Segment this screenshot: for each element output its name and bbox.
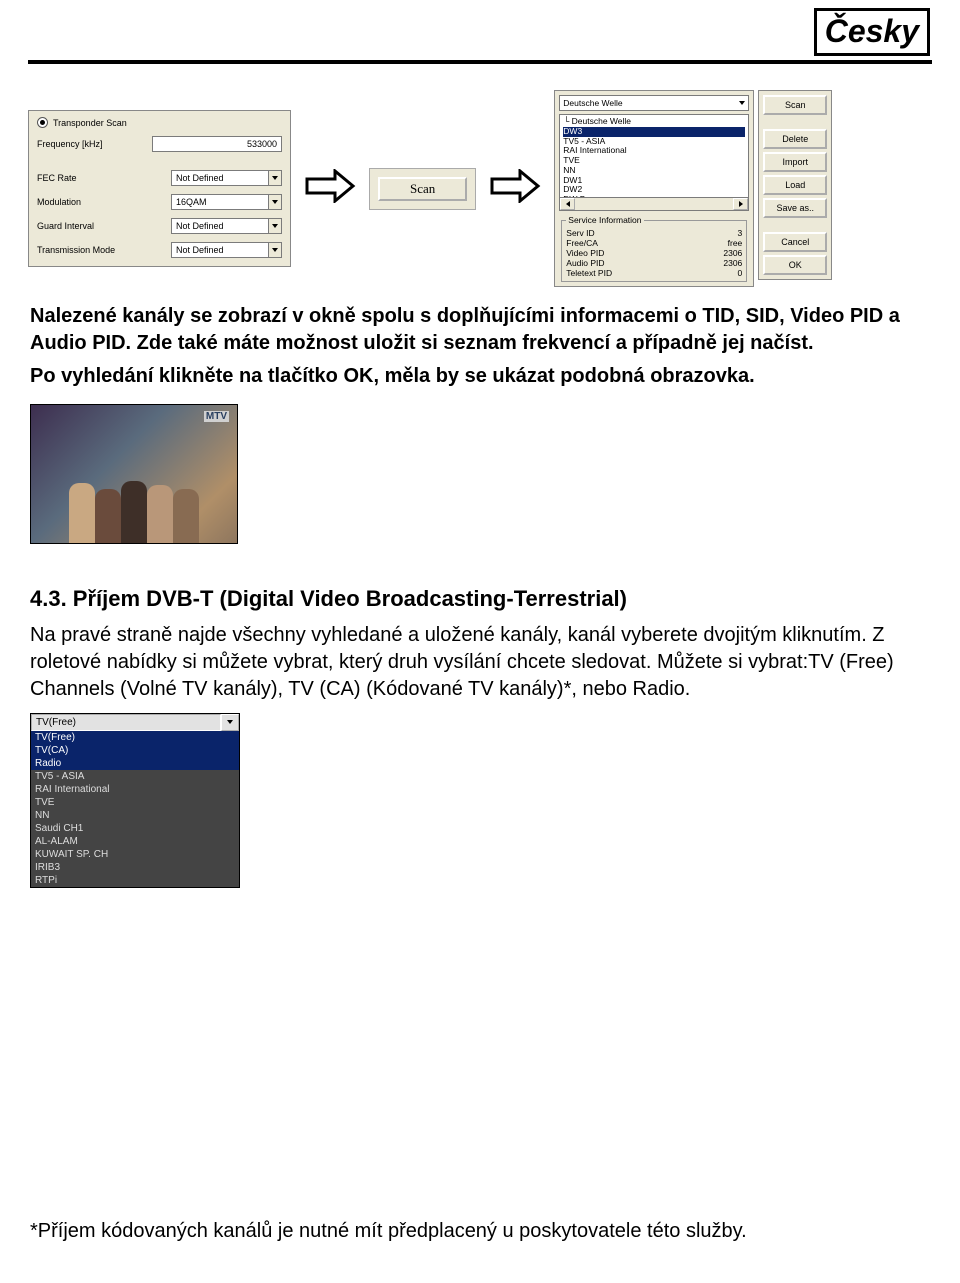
mod-value: 16QAM [171,194,269,210]
service-info-box: Service Information Serv ID 3 Free/CA free… [561,215,747,282]
chevron-down-icon [269,170,282,186]
scan-button-wrap: Scan [369,168,476,210]
tree-item[interactable]: RAI International [563,146,745,156]
saveas-button[interactable]: Save as.. [763,198,827,218]
channel-tree-panel: Deutsche Welle └ Deutsche Welle DW3 TV5 … [554,90,754,287]
results-group: Deutsche Welle └ Deutsche Welle DW3 TV5 … [554,90,832,287]
body-text: Nalezené kanály se zobrazí v okně spolu … [0,287,960,390]
channel-type-value: TV(Free) [31,714,221,731]
svc-label: Teletext PID [566,268,612,278]
para3: Na pravé straně najde všechny vyhledané … [30,622,930,703]
fec-value: Not Defined [171,170,269,186]
tree-item[interactable]: DW1 [563,176,745,186]
fec-label: FEC Rate [37,173,77,183]
fec-combo[interactable]: Not Defined [171,170,282,186]
scroll-left-icon[interactable] [560,198,575,210]
load-button[interactable]: Load [763,175,827,195]
list-item[interactable]: RTPi [31,874,239,887]
mtv-logo: MTV [204,411,229,422]
freq-label: Frequency [kHz] [37,139,103,149]
chevron-down-icon [269,194,282,210]
svc-value: 0 [738,268,743,278]
guard-combo[interactable]: Not Defined [171,218,282,234]
chevron-down-icon [739,101,745,105]
trans-combo[interactable]: Not Defined [171,242,282,258]
language-badge: Česky [814,8,930,56]
transponder-panel: Transponder Scan Frequency [kHz] 533000 … [28,110,291,267]
scroll-track[interactable] [575,198,733,210]
transponder-radio-label: Transponder Scan [53,118,127,128]
list-item[interactable]: Radio [31,757,239,770]
tree-item[interactable]: TVE [563,156,745,166]
ok-label: OK, [343,365,379,387]
list-item[interactable]: TV(CA) [31,744,239,757]
para2c: měla by se ukázat podobná obrazovka. [385,365,755,387]
mod-label: Modulation [37,197,81,207]
svc-label: Serv ID [566,228,594,238]
list-item[interactable]: NN [31,809,239,822]
trans-label: Transmission Mode [37,245,115,255]
trans-value: Not Defined [171,242,269,258]
guard-value: Not Defined [171,218,269,234]
channel-type-combo[interactable]: TV(Free) [31,714,239,731]
chevron-down-icon [269,242,282,258]
svc-value: 2306 [723,258,742,268]
list-item[interactable]: TV(Free) [31,731,239,744]
h-scrollbar[interactable] [559,198,749,211]
scroll-right-icon[interactable] [733,198,748,210]
svc-label: Video PID [566,248,604,258]
arrow-right-icon [488,169,542,208]
transponder-radio[interactable]: Transponder Scan [37,117,282,128]
tree-item[interactable]: DW2 [563,185,745,195]
provider-combo-value: Deutsche Welle [563,98,622,108]
guard-label: Guard Interval [37,221,94,231]
tree-item[interactable]: └ Deutsche Welle [563,117,745,127]
chevron-down-icon [221,714,239,731]
service-info-title: Service Information [566,215,643,225]
delete-button[interactable]: Delete [763,129,827,149]
svc-value: 3 [738,228,743,238]
video-thumbnail: MTV [30,404,238,544]
scan-button[interactable]: Scan [378,177,467,201]
freq-input[interactable]: 533000 [152,136,282,152]
list-item[interactable]: Saudi CH1 [31,822,239,835]
para1: Nalezené kanály se zobrazí v okně spolu … [30,305,900,354]
list-item[interactable]: IRIB3 [31,861,239,874]
divider [28,60,932,64]
tree-item[interactable]: NN [563,166,745,176]
button-column: Scan Delete Import Load Save as.. Cancel… [758,90,832,280]
channel-tree[interactable]: └ Deutsche Welle DW3 TV5 - ASIA RAI Inte… [559,114,749,198]
section-heading: 4.3. Příjem DVB-T (Digital Video Broadca… [30,584,930,614]
svc-value: 2306 [723,248,742,258]
svc-value: free [728,238,743,248]
people-silhouette [31,469,237,543]
svc-label: Free/CA [566,238,598,248]
mod-combo[interactable]: 16QAM [171,194,282,210]
footnote: *Příjem kódovaných kanálů je nutné mít p… [30,1220,930,1243]
channel-list: TV(Free) TV(Free) TV(CA) Radio TV5 - ASI… [30,713,240,888]
radio-icon [37,117,48,128]
provider-combo[interactable]: Deutsche Welle [559,95,749,111]
chevron-down-icon [269,218,282,234]
list-item[interactable]: TV5 - ASIA [31,770,239,783]
cancel-button[interactable]: Cancel [763,232,827,252]
list-item[interactable]: AL-ALAM [31,835,239,848]
body-text-2: 4.3. Příjem DVB-T (Digital Video Broadca… [0,548,960,703]
import-button[interactable]: Import [763,152,827,172]
ok-button[interactable]: OK [763,255,827,275]
list-item[interactable]: KUWAIT SP. CH [31,848,239,861]
list-item[interactable]: RAI International [31,783,239,796]
arrow-right-icon [303,169,357,208]
svc-label: Audio PID [566,258,604,268]
list-item[interactable]: TVE [31,796,239,809]
scan-button[interactable]: Scan [763,95,827,115]
para2a: Po vyhledání klikněte na tlačítko [30,365,343,387]
